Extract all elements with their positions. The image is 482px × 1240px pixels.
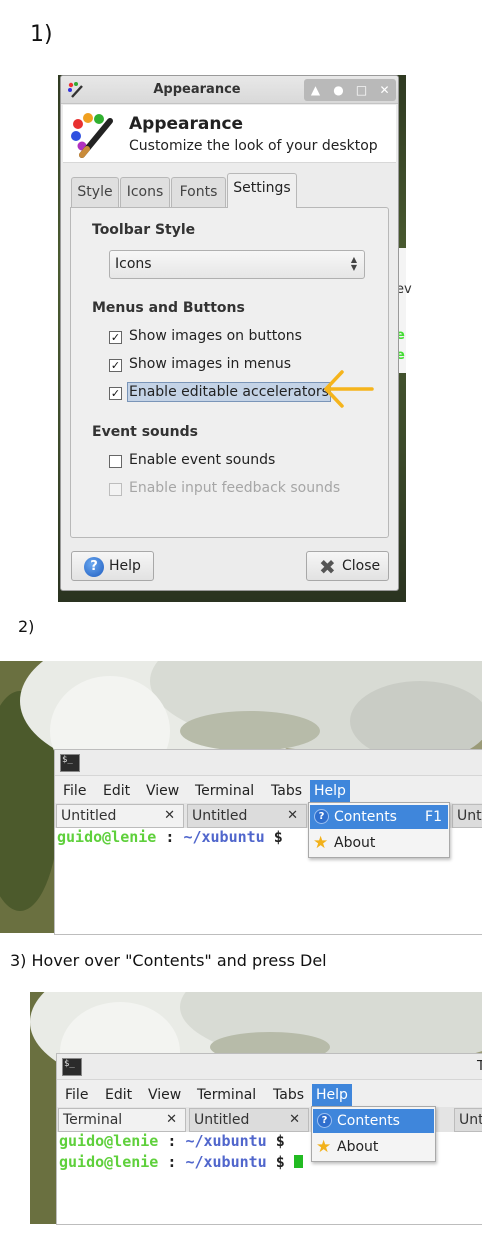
- header-title: Appearance: [129, 114, 244, 134]
- menu-item-label: Contents: [337, 1113, 400, 1129]
- menu-item-label: About: [337, 1139, 379, 1155]
- help-icon: ?: [317, 1113, 332, 1128]
- menu-view[interactable]: View: [144, 1084, 185, 1106]
- menu-tabs[interactable]: Tabs: [269, 1084, 308, 1106]
- terminal-tab[interactable]: Terminal ✕: [58, 1108, 186, 1132]
- terminal-icon: $_: [62, 1058, 82, 1076]
- menu-item-contents[interactable]: ? Contents F1: [310, 805, 448, 829]
- menu-file[interactable]: File: [61, 1084, 92, 1106]
- terminal-tab[interactable]: Untitled ✕: [187, 804, 307, 828]
- sticky-icon[interactable]: ●: [330, 81, 348, 99]
- tab-label: Untitled: [194, 1112, 250, 1128]
- star-icon: ★: [316, 1137, 332, 1157]
- menu-item-accelerator: F1: [425, 809, 442, 825]
- checkbox-label: Enable input feedback sounds: [129, 480, 341, 496]
- tab-label: Untitled: [192, 808, 248, 824]
- checkbox-label: Enable event sounds: [129, 452, 276, 468]
- terminal-tab[interactable]: Untitled ✕: [56, 804, 184, 828]
- star-icon: ★: [313, 833, 329, 853]
- prompt-line: guido@lenie : ~/xubuntu $: [59, 1153, 303, 1171]
- menu-terminal[interactable]: Terminal: [191, 780, 258, 802]
- menu-file[interactable]: File: [59, 780, 90, 802]
- close-button[interactable]: ✖ Close: [306, 551, 389, 581]
- maximize-icon[interactable]: □: [353, 81, 371, 99]
- terminal-titlebar[interactable]: $_ T: [57, 1054, 482, 1080]
- menu-item-label: Contents: [334, 809, 397, 825]
- annotation-arrow-icon: [324, 370, 374, 408]
- menu-item-label: About: [334, 835, 376, 851]
- prompt-line: guido@lenie : ~/xubuntu $: [59, 1132, 285, 1150]
- help-menu-dropdown: ? Contents ★ About: [311, 1106, 436, 1162]
- menu-view[interactable]: View: [142, 780, 183, 802]
- tab-style[interactable]: Style: [71, 177, 119, 207]
- menu-tabs[interactable]: Tabs: [267, 780, 306, 802]
- appearance-dialog: Appearance ▲ ● □ ✕ Appearance Customize …: [60, 75, 399, 591]
- terminal-icon: $_: [60, 754, 80, 772]
- help-button-label: Help: [109, 558, 141, 574]
- header-subtitle: Customize the look of your desktop: [129, 138, 378, 154]
- menubar: File Edit View Terminal Tabs Help: [57, 1081, 482, 1107]
- tab-label: Terminal: [63, 1112, 123, 1128]
- menu-terminal[interactable]: Terminal: [193, 1084, 260, 1106]
- step-1-label: 1): [30, 22, 53, 47]
- checkbox-checked[interactable]: ✓: [109, 387, 122, 400]
- checkbox-label: Show images on buttons: [129, 328, 302, 344]
- help-button[interactable]: ? Help: [71, 551, 154, 581]
- toolbar-style-heading: Toolbar Style: [92, 222, 196, 238]
- event-sounds-heading: Event sounds: [92, 424, 198, 440]
- menu-edit[interactable]: Edit: [101, 1084, 136, 1106]
- window-titlebar[interactable]: Appearance ▲ ● □ ✕: [61, 76, 398, 104]
- terminal-tab[interactable]: Unt: [454, 1108, 482, 1132]
- step-3-label: 3) Hover over "Contents" and press Del: [10, 951, 327, 970]
- menubar: File Edit View Terminal Tabs Help: [55, 777, 482, 803]
- appearance-icon: [71, 113, 113, 158]
- checkbox-checked[interactable]: ✓: [109, 359, 122, 372]
- close-x-icon: ✖: [319, 555, 336, 579]
- close-button-label: Close: [342, 558, 381, 574]
- toolbar-style-value: Icons: [115, 256, 152, 272]
- tab-label: Untitled: [61, 808, 117, 824]
- step-2-label: 2): [18, 617, 35, 636]
- help-icon: ?: [84, 557, 104, 577]
- checkbox-disabled: [109, 483, 122, 496]
- checkbox-label: Show images in menus: [129, 356, 292, 372]
- window-title-fragment: T: [477, 1059, 482, 1074]
- prompt-line: guido@lenie : ~/xubuntu $: [57, 828, 283, 846]
- menu-item-contents[interactable]: ? Contents: [313, 1109, 434, 1133]
- tab-close-icon[interactable]: ✕: [289, 1109, 300, 1131]
- checkbox-checked[interactable]: ✓: [109, 331, 122, 344]
- menu-edit[interactable]: Edit: [99, 780, 134, 802]
- shade-icon[interactable]: ▲: [307, 81, 325, 99]
- menu-help[interactable]: Help: [312, 1084, 352, 1106]
- checkbox-unchecked[interactable]: [109, 455, 122, 468]
- tab-fonts[interactable]: Fonts: [171, 177, 226, 207]
- menus-buttons-heading: Menus and Buttons: [92, 300, 245, 316]
- tab-icons[interactable]: Icons: [120, 177, 170, 207]
- menu-item-about[interactable]: ★ About: [310, 831, 448, 855]
- help-menu-dropdown: ? Contents F1 ★ About: [308, 802, 450, 858]
- tab-label: Unt: [459, 1112, 482, 1128]
- tab-settings[interactable]: Settings: [227, 173, 297, 208]
- terminal-tab[interactable]: Unt: [452, 804, 482, 828]
- menu-item-about[interactable]: ★ About: [313, 1135, 434, 1159]
- terminal-tab[interactable]: Untitled ✕: [189, 1108, 309, 1132]
- tab-close-icon[interactable]: ✕: [164, 805, 175, 827]
- window-controls: ▲ ● □ ✕: [304, 79, 396, 101]
- checkbox-label: Enable editable accelerators: [127, 382, 331, 402]
- dialog-header: Appearance Customize the look of your de…: [63, 105, 396, 163]
- text-cursor: [293, 1155, 303, 1168]
- spin-arrows-icon: ▲ ▼: [350, 255, 357, 272]
- window-title: Appearance: [153, 82, 241, 97]
- terminal-titlebar[interactable]: $_: [55, 750, 482, 776]
- menu-help[interactable]: Help: [310, 780, 350, 802]
- help-icon: ?: [314, 809, 329, 824]
- tab-label: Unt: [457, 808, 482, 824]
- tab-close-icon[interactable]: ✕: [166, 1109, 177, 1131]
- toolbar-style-select[interactable]: Icons ▲ ▼: [109, 250, 365, 279]
- close-icon[interactable]: ✕: [376, 81, 394, 99]
- tab-close-icon[interactable]: ✕: [287, 805, 298, 827]
